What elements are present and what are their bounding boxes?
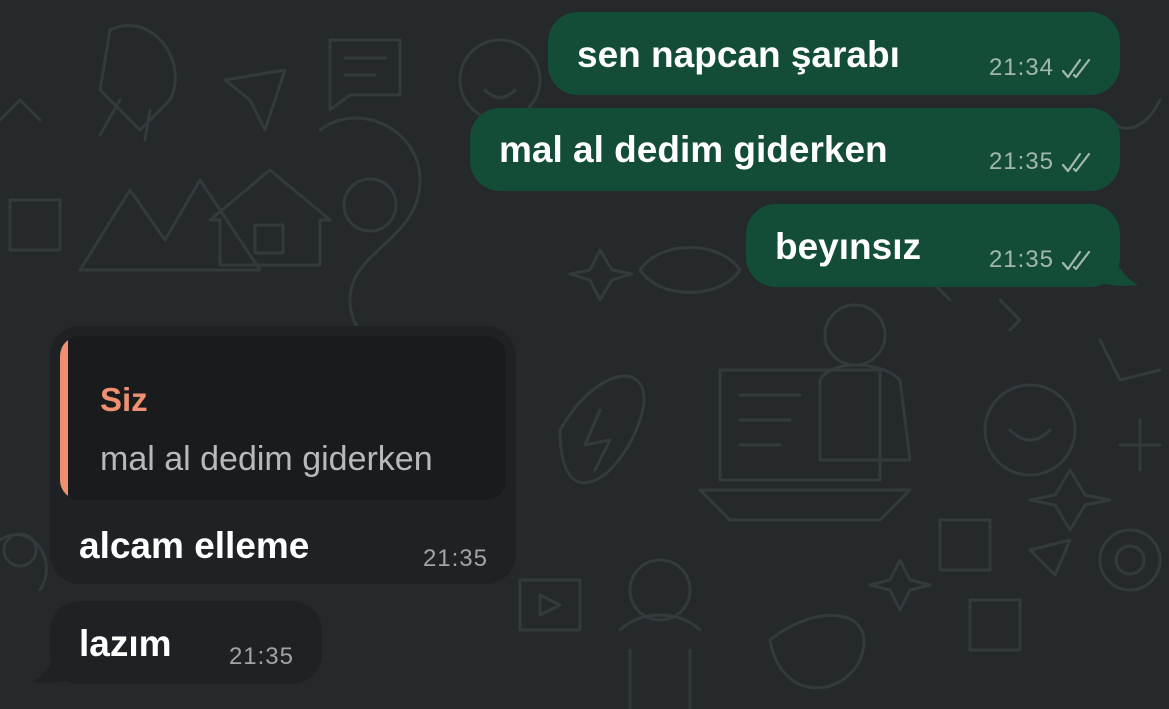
message-time: 21:35	[988, 246, 1054, 273]
message-meta: 21:34	[989, 56, 1092, 80]
quote-text: mal al dedim giderken	[100, 440, 433, 478]
message-meta: 21:35	[989, 150, 1092, 174]
outgoing-message-bubble[interactable]: sen napcan şarabı 21:34	[548, 12, 1120, 95]
message-text: mal al dedim giderken	[499, 129, 888, 170]
double-check-icon	[1061, 152, 1091, 173]
double-check-icon	[1061, 250, 1091, 271]
message-text: alcam elleme	[79, 525, 310, 566]
message-meta: 21:35	[229, 645, 294, 669]
message-text: sen napcan şarabı	[577, 34, 900, 75]
incoming-message-bubble[interactable]: Siz mal al dedim giderken alcam elleme 2…	[50, 326, 516, 584]
message-time: 21:35	[228, 643, 294, 670]
message-text: lazım	[79, 623, 172, 664]
message-meta: 21:35	[423, 547, 488, 571]
double-check-icon	[1061, 58, 1091, 79]
message-meta: 21:35	[989, 248, 1092, 272]
message-time: 21:34	[988, 54, 1054, 81]
message-time: 21:35	[422, 545, 488, 572]
message-text: beyınsız	[775, 226, 921, 267]
incoming-message-bubble[interactable]: lazım 21:35	[50, 601, 322, 684]
outgoing-message-bubble[interactable]: mal al dedim giderken 21:35	[470, 108, 1120, 191]
bubble-tail	[1100, 245, 1138, 286]
quoted-reply[interactable]: Siz mal al dedim giderken	[60, 336, 506, 500]
quote-accent-bar	[60, 336, 68, 500]
bubble-tail	[32, 642, 70, 683]
outgoing-message-bubble[interactable]: beyınsız 21:35	[746, 204, 1120, 287]
quote-author: Siz	[100, 381, 148, 418]
message-time: 21:35	[988, 148, 1054, 175]
